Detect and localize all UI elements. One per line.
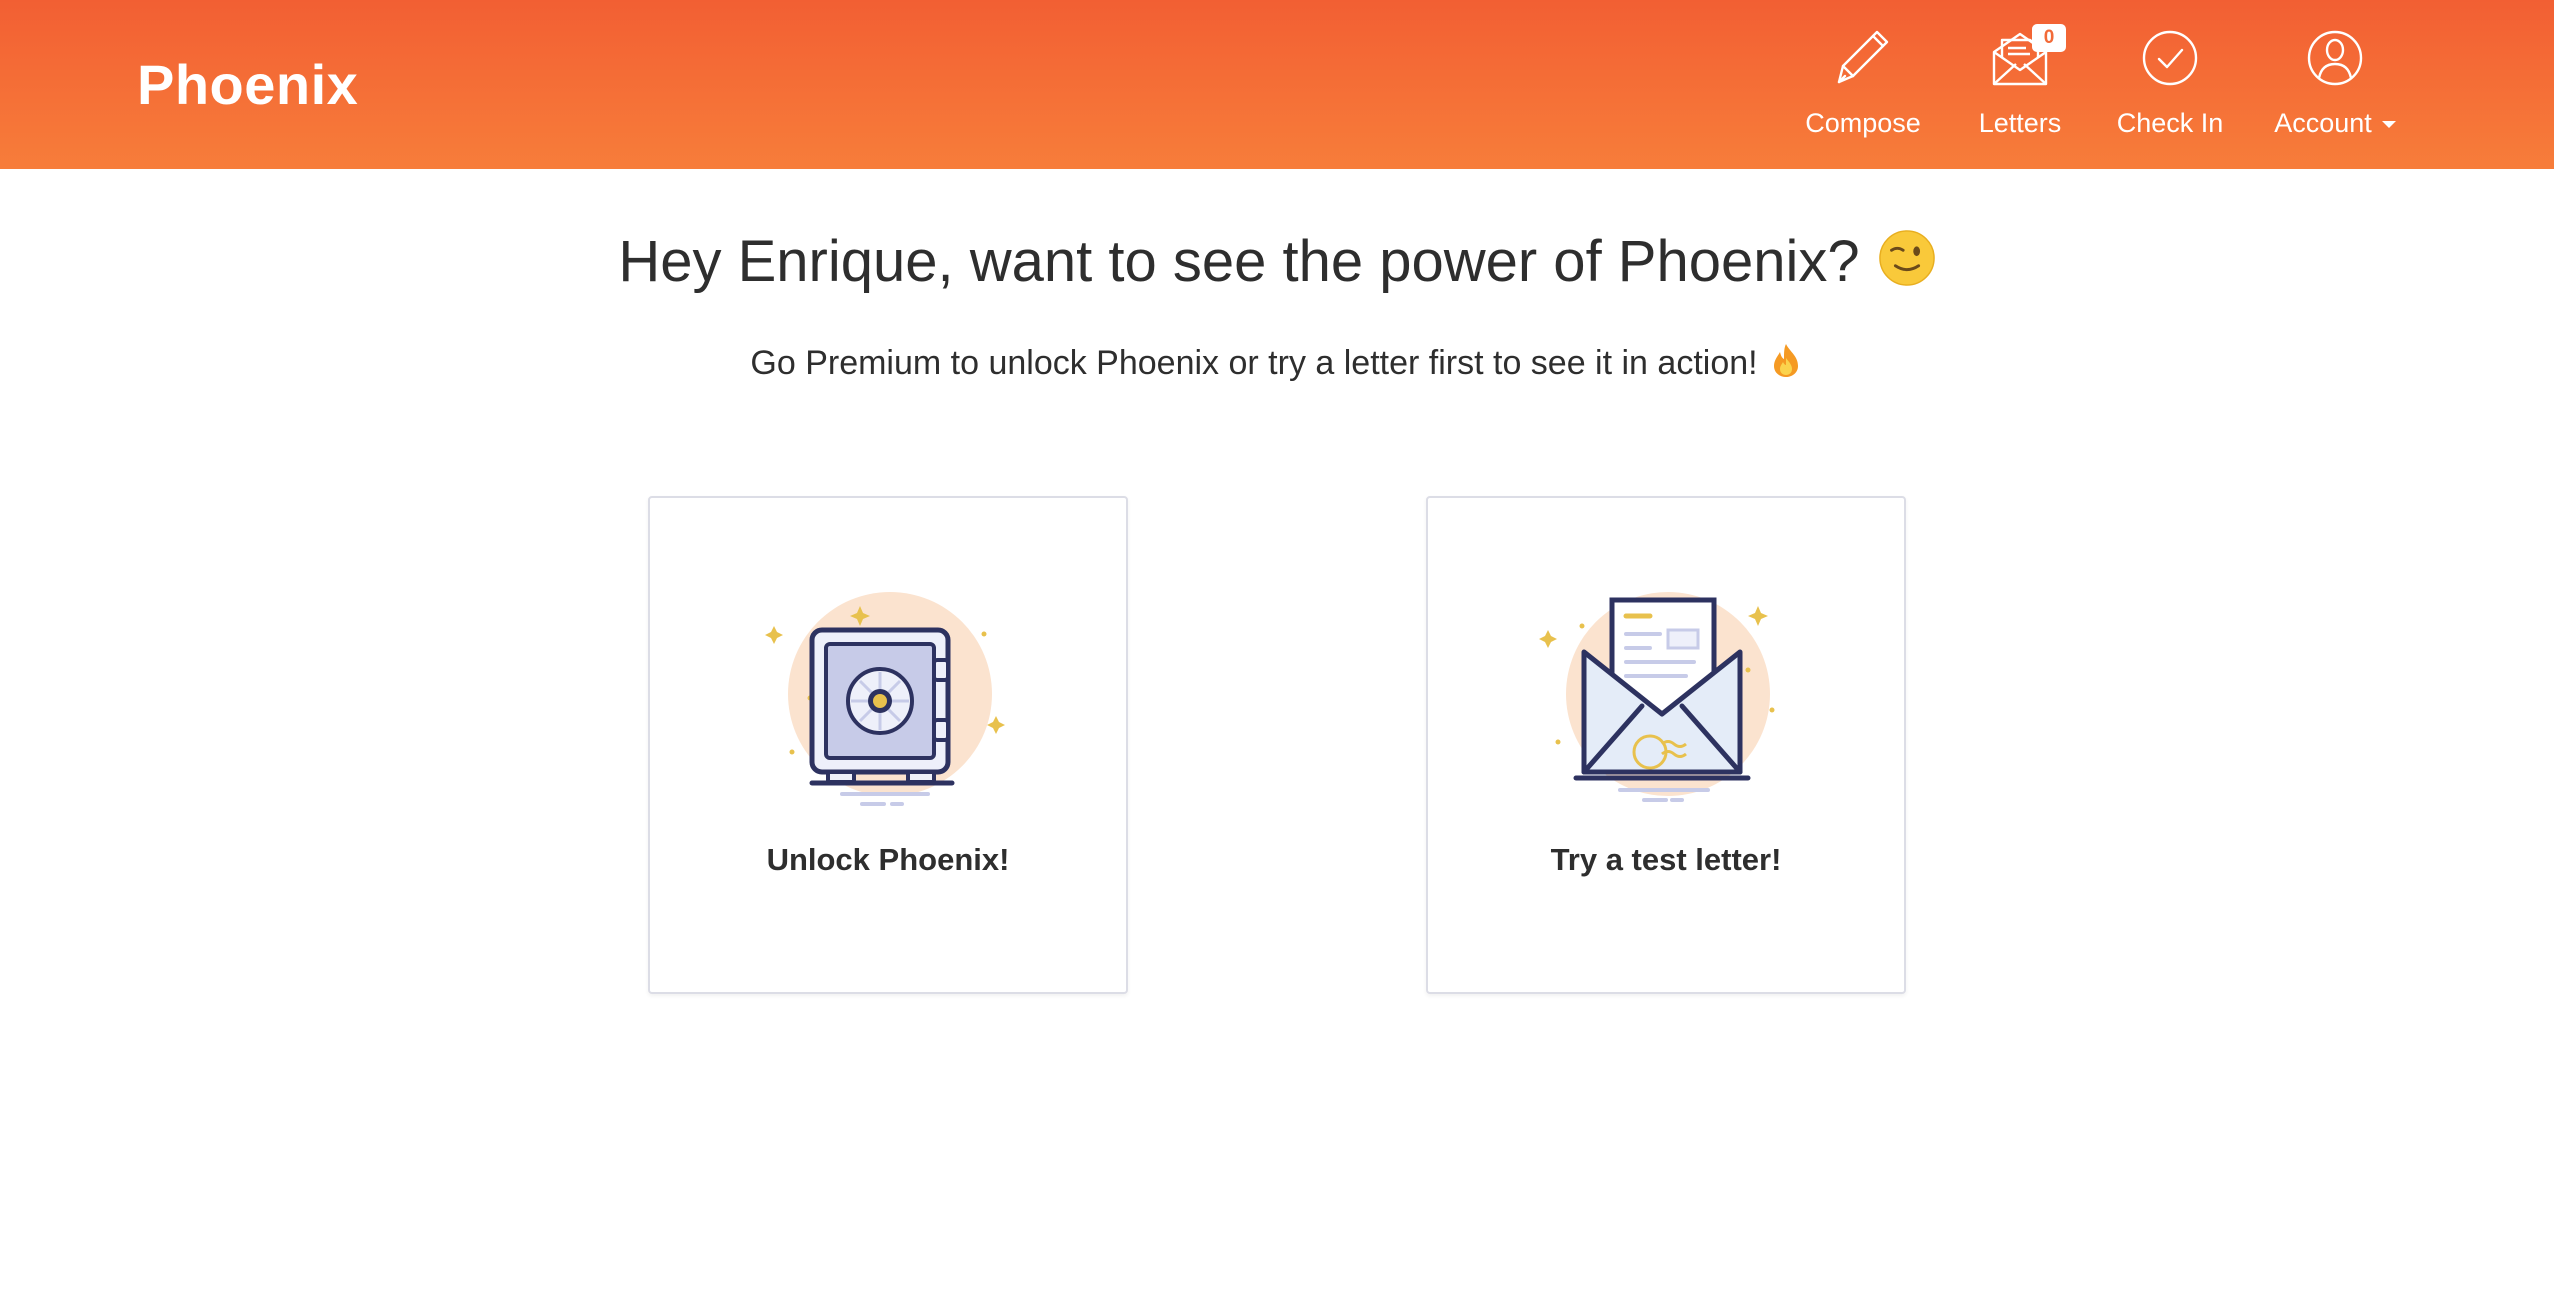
fire-emoji-icon [1773, 344, 1798, 377]
page-headline: Hey Enrique, want to see the power of Ph… [0, 228, 2554, 295]
nav-compose-label: Compose [1805, 108, 1921, 138]
headline-text: Hey Enrique, want to see the power of Ph… [618, 229, 1860, 294]
unlock-phoenix-label: Unlock Phoenix! [766, 842, 1010, 877]
chevron-down-icon [2381, 121, 2396, 129]
nav-account-label: Account [2260, 108, 2410, 139]
top-navbar: Phoenix Compose 0 Letters Check In Accou… [0, 0, 2554, 169]
nav-letters-label: Letters [1978, 108, 2062, 138]
safe-vault-icon [765, 592, 1005, 806]
nav-compose[interactable]: Compose [1790, 0, 1936, 169]
page-subline: Go Premium to unlock Phoenix or try a le… [0, 342, 2554, 383]
winking-face-emoji-icon [1878, 230, 1935, 286]
check-circle-icon [2142, 30, 2198, 86]
nav-letters[interactable]: 0 Letters [1960, 0, 2080, 169]
nav-check-in[interactable]: Check In [2105, 0, 2235, 169]
nav-check-in-label: Check In [2116, 108, 2224, 138]
pencil-icon [1837, 30, 1889, 84]
test-letter-label: Try a test letter! [1550, 842, 1782, 877]
test-letter-card[interactable]: Try a test letter! [1426, 496, 1906, 994]
nav-account-dropdown[interactable]: Account [2260, 0, 2410, 169]
account-label-text: Account [2274, 108, 2372, 138]
open-envelope-letter-icon [1539, 592, 1775, 802]
unlock-phoenix-card[interactable]: Unlock Phoenix! [648, 496, 1128, 994]
user-circle-icon [2307, 30, 2363, 86]
brand-logo[interactable]: Phoenix [137, 52, 358, 117]
letters-count-badge: 0 [2032, 24, 2066, 52]
subline-text: Go Premium to unlock Phoenix or try a le… [750, 344, 1758, 382]
